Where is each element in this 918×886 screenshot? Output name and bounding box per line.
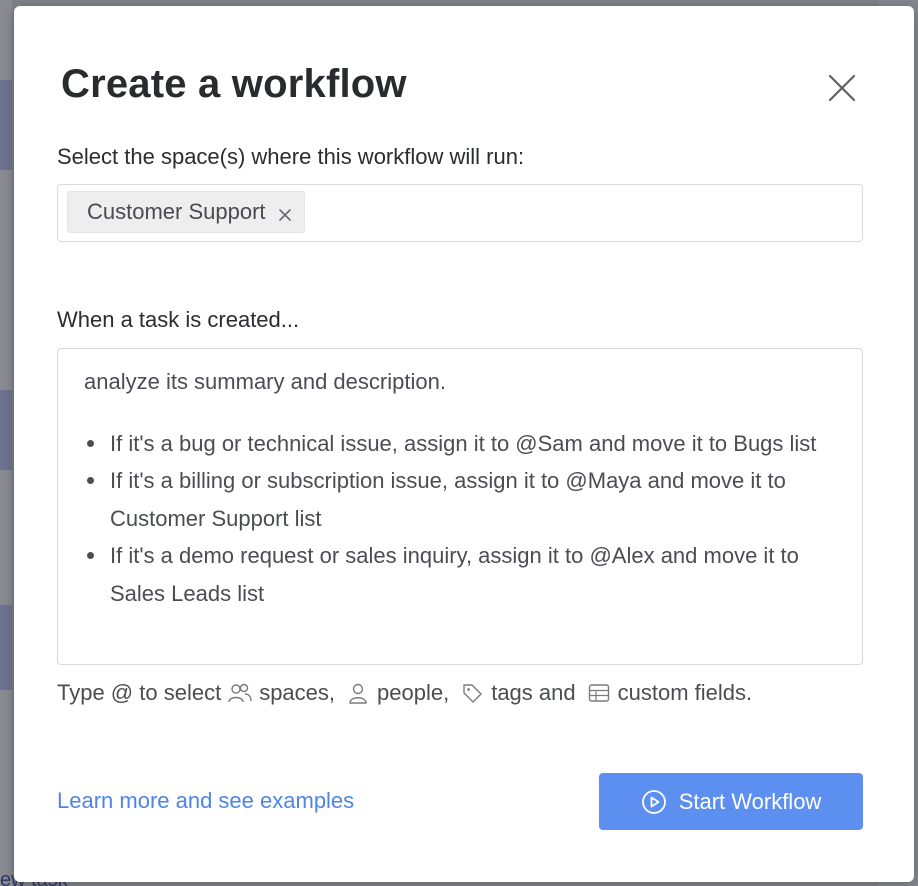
table-icon (586, 680, 612, 706)
learn-more-link[interactable]: Learn more and see examples (57, 788, 354, 814)
prompt-rules-list: If it's a bug or technical issue, assign… (84, 425, 836, 613)
trigger-label: When a task is created... (57, 307, 300, 332)
create-workflow-modal: Create a workflow Select the space(s) wh… (14, 6, 914, 882)
tag-icon (459, 680, 485, 706)
space-select-input[interactable]: Customer Support (57, 184, 863, 242)
background-left-strip (0, 0, 12, 886)
remove-space-button[interactable] (278, 205, 292, 221)
space-select-label: Select the space(s) where this workflow … (57, 144, 525, 169)
space-chip-label: Customer Support (87, 199, 266, 224)
play-circle-icon (641, 789, 667, 815)
hint-prefix: Type @ to select (57, 680, 222, 705)
person-icon (345, 680, 371, 706)
list-item: If it's a billing or subscription issue,… (84, 462, 836, 537)
prompt-intro: analyze its summary and description. (84, 369, 446, 394)
list-item: If it's a demo request or sales inquiry,… (84, 537, 836, 612)
workflow-prompt-editor[interactable]: analyze its summary and description. If … (57, 348, 863, 665)
spaces-icon (227, 680, 253, 706)
close-button[interactable] (824, 70, 860, 106)
list-item: If it's a bug or technical issue, assign… (84, 425, 836, 463)
start-workflow-label: Start Workflow (678, 788, 822, 814)
modal-title: Create a workflow (61, 62, 407, 106)
hint-tags: tags and (491, 680, 576, 705)
space-chip: Customer Support (67, 191, 305, 233)
hint-spaces: spaces, (259, 680, 336, 705)
hint-fields: custom fields. (617, 680, 753, 705)
mention-hint: Type @ to select spaces, people, tags an… (57, 680, 752, 706)
close-icon (278, 209, 291, 221)
start-workflow-button[interactable]: Start Workflow (599, 773, 863, 830)
hint-people: people, (377, 680, 450, 705)
close-icon (828, 74, 856, 102)
